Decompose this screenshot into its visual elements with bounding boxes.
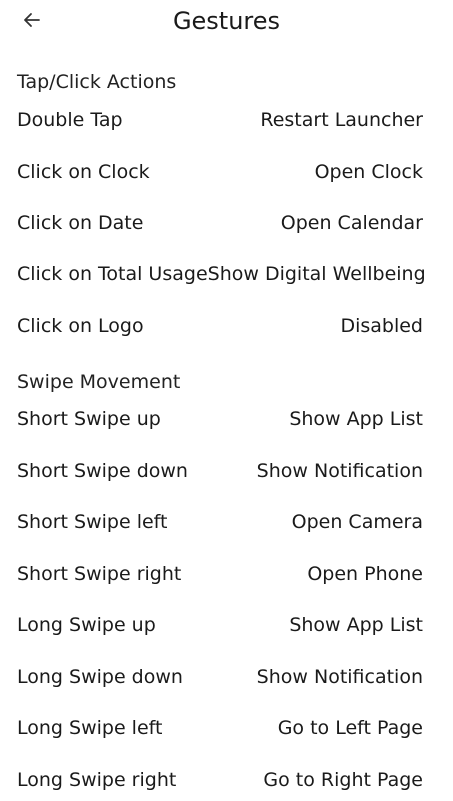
gesture-action-value: Go to Right Page bbox=[263, 769, 423, 791]
gesture-label: Short Swipe left bbox=[17, 511, 168, 533]
gesture-row-click-logo[interactable]: Click on Logo Disabled bbox=[17, 308, 423, 344]
gesture-row-click-date[interactable]: Click on Date Open Calendar bbox=[17, 205, 423, 241]
gesture-action-value: Open Phone bbox=[307, 563, 423, 585]
gesture-action-value: Show Notification bbox=[256, 460, 423, 482]
gesture-label: Long Swipe left bbox=[17, 717, 163, 739]
gesture-row-short-swipe-up[interactable]: Short Swipe up Show App List bbox=[17, 401, 423, 437]
gesture-label: Click on Total Usage bbox=[17, 263, 208, 285]
gesture-action-value: Open Camera bbox=[291, 511, 423, 533]
gesture-row-short-swipe-left[interactable]: Short Swipe left Open Camera bbox=[17, 504, 423, 540]
section-title-tap-actions: Tap/Click Actions bbox=[17, 71, 177, 93]
gesture-label: Short Swipe up bbox=[17, 408, 161, 430]
gesture-label: Long Swipe down bbox=[17, 666, 183, 688]
gesture-action-value: Open Clock bbox=[314, 161, 423, 183]
gesture-label: Short Swipe right bbox=[17, 563, 182, 585]
gesture-action-value: Show Digital Wellbeing bbox=[207, 263, 426, 285]
gesture-action-value: Open Calendar bbox=[280, 212, 423, 234]
section-title-swipe-movement: Swipe Movement bbox=[17, 371, 181, 393]
gesture-label: Short Swipe down bbox=[17, 460, 188, 482]
gesture-label: Long Swipe up bbox=[17, 614, 156, 636]
gesture-label: Double Tap bbox=[17, 109, 123, 131]
gesture-row-double-tap[interactable]: Double Tap Restart Launcher bbox=[17, 102, 423, 138]
gesture-action-value: Show App List bbox=[289, 408, 423, 430]
gesture-label: Click on Clock bbox=[17, 161, 150, 183]
gesture-action-value: Show App List bbox=[289, 614, 423, 636]
gesture-label: Click on Date bbox=[17, 212, 144, 234]
gesture-action-value: Show Notification bbox=[256, 666, 423, 688]
page-title: Gestures bbox=[172, 7, 281, 35]
gesture-label: Click on Logo bbox=[17, 315, 144, 337]
gesture-action-value: Restart Launcher bbox=[260, 109, 423, 131]
gesture-row-long-swipe-down[interactable]: Long Swipe down Show Notification bbox=[17, 659, 423, 695]
gesture-row-click-clock[interactable]: Click on Clock Open Clock bbox=[17, 154, 423, 190]
gesture-row-click-total-usage[interactable]: Click on Total Usage Show Digital Wellbe… bbox=[17, 256, 426, 292]
gesture-action-value: Disabled bbox=[340, 315, 423, 337]
gesture-row-short-swipe-down[interactable]: Short Swipe down Show Notification bbox=[17, 453, 423, 489]
gesture-row-long-swipe-up[interactable]: Long Swipe up Show App List bbox=[17, 607, 423, 643]
gesture-action-value: Go to Left Page bbox=[277, 717, 423, 739]
gesture-row-short-swipe-right[interactable]: Short Swipe right Open Phone bbox=[17, 556, 423, 592]
gesture-label: Long Swipe right bbox=[17, 769, 177, 791]
app-header: Gestures bbox=[0, 0, 453, 44]
gesture-row-long-swipe-right[interactable]: Long Swipe right Go to Right Page bbox=[17, 762, 423, 798]
gesture-row-long-swipe-left[interactable]: Long Swipe left Go to Left Page bbox=[17, 710, 423, 746]
